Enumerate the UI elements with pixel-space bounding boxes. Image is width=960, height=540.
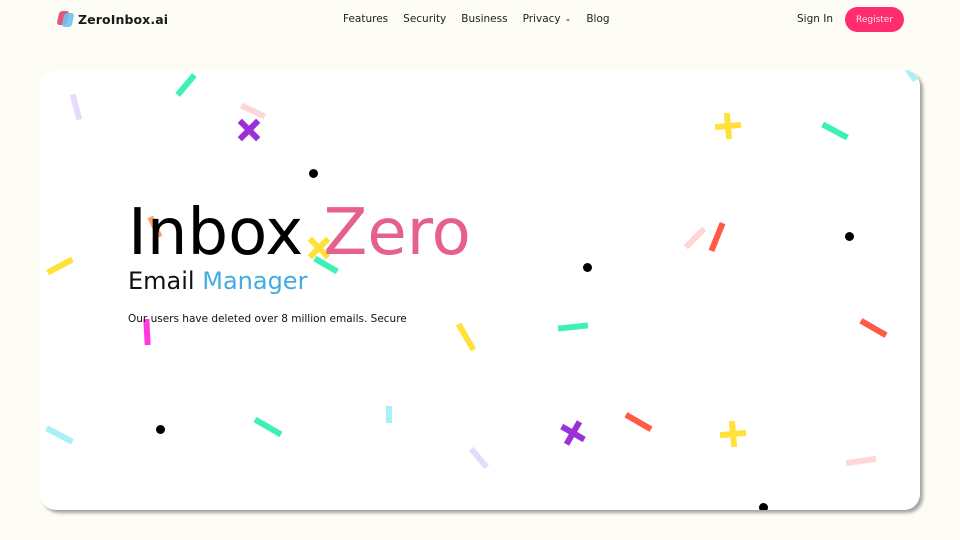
- hero-description: Our users have deleted over 8 million em…: [128, 313, 407, 325]
- top-nav: ZeroInbox.ai Features Security Business …: [0, 0, 960, 40]
- nav-link-privacy-label: Privacy: [522, 13, 561, 25]
- confetti-strip: [624, 412, 653, 432]
- hero-subtitle: Email Manager: [128, 267, 307, 295]
- hero-card: Inbox Zero Email Manager Our users have …: [40, 70, 920, 510]
- confetti-strip: [859, 318, 888, 338]
- confetti-cross: [555, 415, 591, 451]
- confetti-strip: [386, 406, 392, 423]
- confetti-strip: [903, 70, 919, 83]
- brand-name: ZeroInbox.ai: [78, 11, 169, 27]
- brand-logo[interactable]: ZeroInbox.ai: [56, 10, 169, 28]
- confetti-strip: [46, 256, 74, 276]
- confetti-cross: [719, 420, 747, 448]
- hero-subtitle-manager: Manager: [202, 267, 308, 295]
- logo-icon: [56, 10, 75, 28]
- nav-link-blog[interactable]: Blog: [586, 13, 609, 25]
- register-button[interactable]: Register: [845, 7, 904, 32]
- confetti-strip: [175, 73, 197, 97]
- hero-title-zero: Zero: [323, 196, 471, 270]
- confetti-strip: [455, 322, 477, 352]
- confetti-strip: [557, 322, 589, 332]
- confetti-strip: [69, 93, 83, 121]
- nav-link-privacy[interactable]: Privacy ⌄: [523, 13, 572, 25]
- nav-link-security[interactable]: Security: [403, 13, 446, 25]
- confetti-dot: [583, 263, 592, 272]
- confetti-dot: [845, 232, 854, 241]
- confetti-strip: [683, 226, 707, 250]
- chevron-down-icon: ⌄: [564, 13, 572, 23]
- confetti-dot: [309, 169, 318, 178]
- hero-title: Inbox Zero: [128, 194, 471, 272]
- confetti-dot: [156, 425, 165, 434]
- confetti-cross: [714, 112, 742, 140]
- nav-link-business[interactable]: Business: [461, 13, 507, 25]
- confetti-strip: [45, 425, 74, 445]
- confetti-strip: [253, 416, 283, 438]
- hero-subtitle-email: Email: [128, 267, 195, 295]
- hero-title-inbox: Inbox: [128, 196, 304, 270]
- confetti-strip: [821, 121, 849, 141]
- nav-links: Features Security Business Privacy ⌄ Blo…: [343, 13, 610, 25]
- confetti-strip: [708, 221, 726, 253]
- confetti-dot: [759, 503, 768, 510]
- confetti-strip: [845, 455, 877, 467]
- sign-in-link[interactable]: Sign In: [797, 13, 833, 25]
- confetti-strip: [468, 446, 490, 470]
- nav-link-features[interactable]: Features: [343, 13, 388, 25]
